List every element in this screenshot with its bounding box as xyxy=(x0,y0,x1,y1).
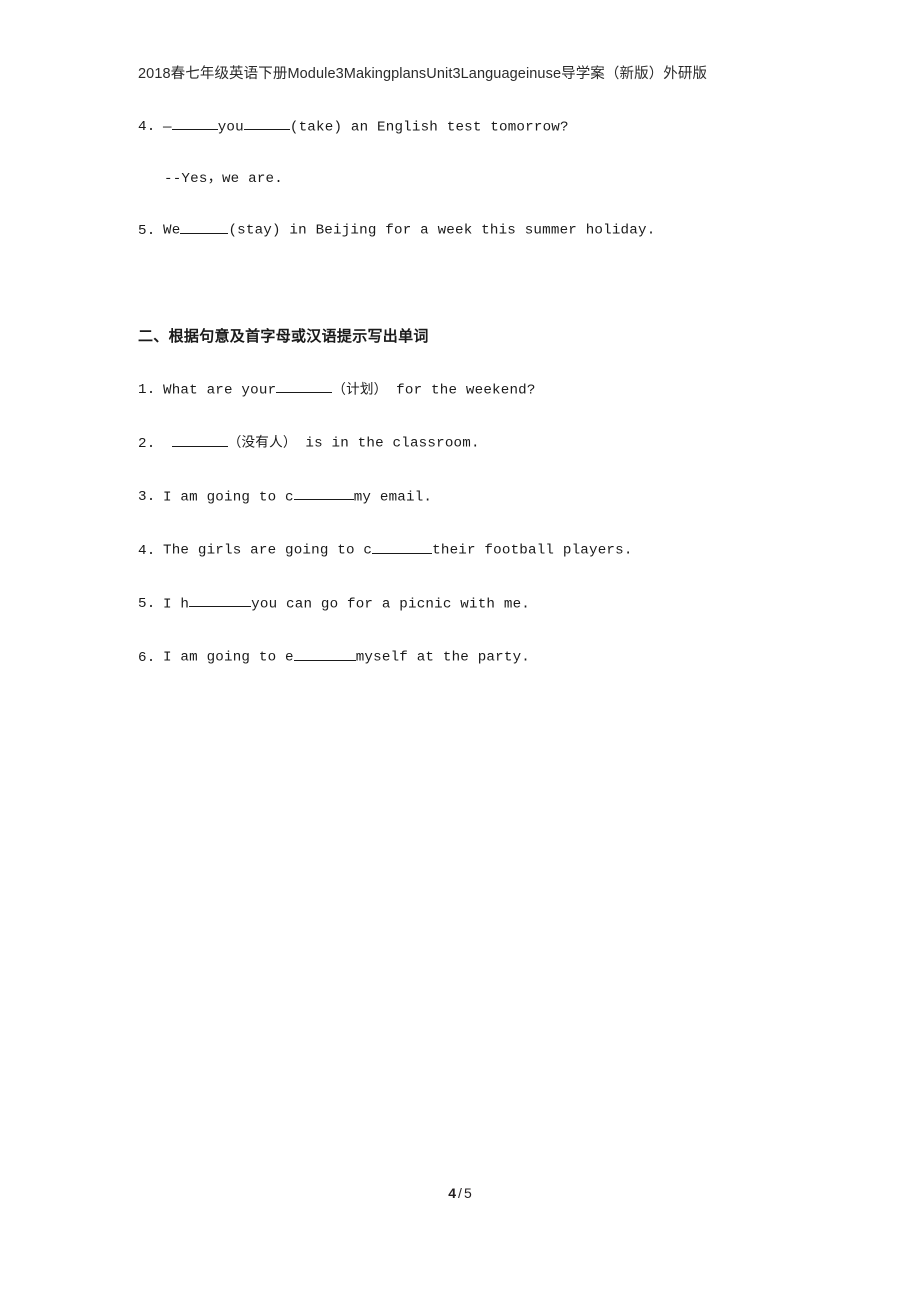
question-text: The girls are going to c xyxy=(163,542,373,559)
question-text: you xyxy=(217,119,244,136)
question-text: What are your xyxy=(163,382,277,399)
section-two-heading: 二、根据句意及首字母或汉语提示写出单词 xyxy=(138,327,429,345)
question-line: 1. What are your （计划） for the weekend? xyxy=(138,379,838,400)
question-line: 5. I h you can go for a picnic with me. xyxy=(138,593,838,614)
question-number: 6. xyxy=(138,649,156,666)
answer-blank[interactable] xyxy=(171,432,228,447)
question-line: 3. I am going to c my email. xyxy=(138,486,838,507)
question-line: 4. The girls are going to c their football… xyxy=(138,539,838,560)
answer-blank[interactable] xyxy=(372,539,433,554)
question-text: myself at the party. xyxy=(355,649,530,666)
answer-blank[interactable] xyxy=(293,486,354,501)
footer-current-page: 4 xyxy=(448,1185,457,1201)
section-two-questions: 1. What are your （计划） for the weekend? 2. （… xyxy=(138,379,838,700)
question-number: 1. xyxy=(138,382,156,399)
question-number: 2. xyxy=(138,435,156,452)
page-footer: 4/5 xyxy=(0,1185,920,1201)
question-text: I am going to e xyxy=(163,649,294,666)
question-text: my email. xyxy=(353,489,433,506)
question-number: 4. xyxy=(138,119,156,136)
question-text: is in the classroom. xyxy=(296,435,480,452)
question-line: 6. I am going to e myself at the party. xyxy=(138,646,838,667)
question-text: I h xyxy=(163,596,190,613)
question-number: 3. xyxy=(138,489,156,506)
question-text xyxy=(163,436,172,452)
footer-total-pages: 5 xyxy=(463,1185,472,1201)
question-hint: （没有人） xyxy=(227,434,297,451)
answer-blank[interactable] xyxy=(171,116,218,131)
question-text: their football players. xyxy=(432,542,633,559)
question-number: 4. xyxy=(138,542,156,559)
answer-blank[interactable] xyxy=(293,646,356,661)
answer-blank[interactable] xyxy=(180,219,229,234)
question-text: We xyxy=(163,222,181,239)
question-text: (take) an English test tomorrow? xyxy=(289,119,569,136)
question-line: 4. — you (take) an English test tomorrow? xyxy=(138,116,838,137)
answer-blank[interactable] xyxy=(189,593,252,608)
question-number: 5. xyxy=(138,222,156,239)
answer-blank[interactable] xyxy=(276,379,333,394)
question-number: 5. xyxy=(138,596,156,613)
document-page: 2018春七年级英语下册Module3MakingplansUnit3Langu… xyxy=(0,0,920,1302)
question-text: --Yes，we are. xyxy=(164,171,283,188)
question-text: (stay) in Beijing for a week this summer… xyxy=(228,222,656,239)
question-line: --Yes，we are. xyxy=(164,169,838,189)
footer-separator: / xyxy=(458,1185,462,1201)
question-text: — xyxy=(163,119,172,136)
question-text: I am going to c xyxy=(163,489,294,506)
question-text: you can go for a picnic with me. xyxy=(251,596,531,613)
section-one-questions: 4. — you (take) an English test tomorrow? --… xyxy=(138,116,838,273)
answer-blank[interactable] xyxy=(243,116,290,131)
question-hint: （计划） xyxy=(332,381,388,398)
document-running-header: 2018春七年级英语下册Module3MakingplansUnit3Langu… xyxy=(138,66,708,82)
question-line: 5. We (stay) in Beijing for a week this su… xyxy=(138,219,838,240)
question-text: for the weekend? xyxy=(387,382,536,399)
question-line: 2. （没有人） is in the classroom. xyxy=(138,432,838,453)
